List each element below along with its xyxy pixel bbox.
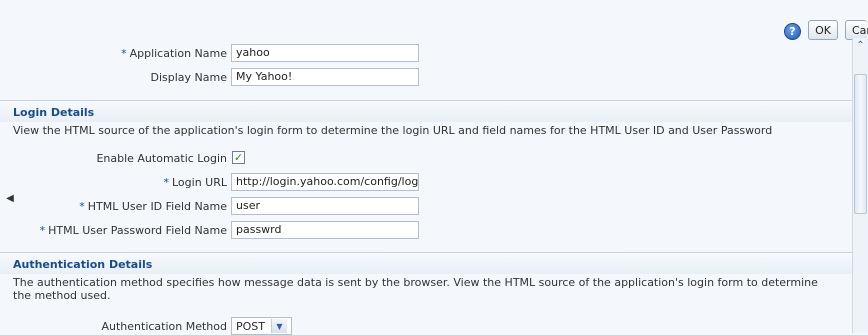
cancel-button[interactable]: Cancel [845, 20, 868, 40]
display-name-label: Display Name [150, 71, 228, 84]
user-id-field-input[interactable]: user [231, 197, 419, 215]
chevron-down-icon[interactable]: ▼ [271, 319, 287, 333]
vertical-scrollbar[interactable]: ⌃ [852, 38, 868, 333]
required-marker: * [121, 47, 127, 60]
login-url-label: * Login URL [163, 176, 228, 189]
ok-button[interactable]: OK [808, 20, 838, 40]
application-name-input[interactable]: yahoo [231, 44, 419, 62]
authentication-details-title: Authentication Details [13, 258, 153, 271]
authentication-method-label: Authentication Method [101, 320, 227, 333]
authentication-details-description: The authentication method specifies how … [13, 276, 818, 302]
authentication-details-header: Authentication Details [0, 252, 852, 274]
login-details-description: View the HTML source of the application'… [13, 124, 773, 137]
login-url-input[interactable]: http://login.yahoo.com/config/login [231, 173, 419, 191]
required-marker: * [79, 200, 85, 213]
authentication-method-select[interactable]: POST ▼ [231, 317, 292, 335]
help-icon[interactable]: ? [784, 23, 801, 40]
password-field-input[interactable]: passwrd [231, 221, 419, 239]
required-marker: * [39, 224, 46, 237]
password-field-label: * HTML User Password Field Name [39, 224, 227, 237]
login-details-title: Login Details [13, 106, 95, 119]
display-name-input[interactable]: My Yahoo! [231, 68, 419, 86]
authentication-method-value: POST [236, 319, 265, 333]
required-marker: * [163, 176, 170, 189]
user-id-field-label: * HTML User ID Field Name [79, 200, 227, 213]
enable-automatic-login-label: Enable Automatic Login [96, 152, 227, 165]
application-name-label: * Application Name [121, 47, 227, 60]
scrollbar-thumb[interactable] [854, 74, 867, 214]
enable-automatic-login-checkbox[interactable]: ✓ [232, 151, 245, 164]
scroll-up-icon[interactable]: ⌃ [853, 38, 868, 53]
collapse-panel-icon[interactable]: ◀ [6, 190, 14, 206]
login-details-header: Login Details [0, 100, 852, 122]
